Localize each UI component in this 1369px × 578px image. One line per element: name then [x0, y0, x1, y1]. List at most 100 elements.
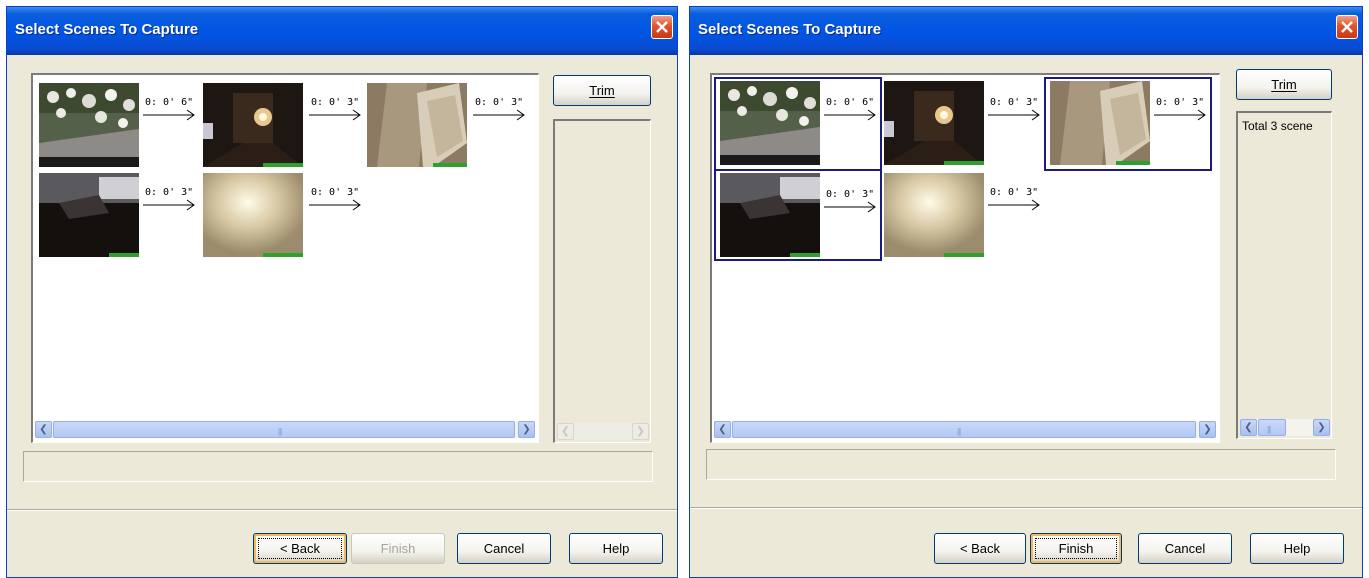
scroll-left-arrow-icon: ❮ [561, 426, 570, 437]
scene-thumbnail-1[interactable] [39, 83, 143, 167]
grip-icon: ||| [1267, 425, 1271, 434]
close-button[interactable] [1336, 15, 1358, 39]
scene-duration-2: 0: 0' 3" [311, 97, 360, 108]
scene-thumbnail-3[interactable]: 0: 0' 3" [1044, 77, 1212, 171]
separator [690, 507, 1362, 509]
scene-image [203, 173, 303, 257]
right-arrow-icon [309, 199, 361, 211]
summary-scroll-right-button[interactable]: ❯ [632, 423, 649, 440]
scene-summary-text: Total 3 scene [1242, 119, 1313, 133]
scene-thumbnail-5[interactable] [884, 173, 988, 257]
scroll-thumb[interactable]: ||| [53, 421, 515, 438]
scene-thumbnail-5[interactable] [203, 173, 307, 257]
right-arrow-icon [473, 109, 525, 121]
scene-horizontal-scrollbar[interactable]: ❮ ||| ❯ [35, 421, 535, 438]
scene-duration-1: 0: 0' 6" [826, 97, 875, 108]
title-bar[interactable]: Select Scenes To Capture [690, 7, 1362, 55]
right-arrow-icon [824, 201, 876, 213]
scene-image [39, 83, 139, 167]
separator [7, 509, 677, 511]
back-label: < Back [959, 541, 1001, 556]
summary-horizontal-scrollbar[interactable]: ❮ ||| ❯ [1240, 419, 1330, 436]
scene-image [367, 83, 467, 167]
scroll-right-button[interactable]: ❯ [1199, 421, 1216, 438]
trim-button[interactable]: Trim [553, 75, 651, 106]
scene-thumbnail-4[interactable] [39, 173, 143, 257]
summary-scroll-left-button[interactable]: ❮ [1240, 419, 1257, 436]
scene-duration-5: 0: 0' 3" [311, 187, 360, 198]
back-label: < Back [279, 541, 321, 556]
status-box [23, 451, 653, 482]
right-arrow-icon [824, 109, 876, 121]
scene-image [203, 83, 303, 167]
help-button[interactable]: Help [569, 533, 663, 564]
scene-duration-5: 0: 0' 3" [990, 187, 1039, 198]
close-x-icon [656, 21, 668, 33]
cancel-button[interactable]: Cancel [1138, 533, 1232, 564]
scene-image [884, 81, 984, 165]
scene-thumbnail-1[interactable]: 0: 0' 6" [714, 77, 882, 171]
help-label: Help [1283, 541, 1311, 556]
right-arrow-icon [988, 199, 1040, 211]
scene-thumbnail-2[interactable] [203, 83, 307, 167]
scroll-thumb[interactable]: ||| [732, 421, 1196, 438]
scroll-right-arrow-icon: ❯ [1203, 424, 1212, 435]
summary-scroll-right-button[interactable]: ❯ [1313, 419, 1330, 436]
summary-horizontal-scrollbar[interactable]: ❮ ❯ [557, 423, 649, 440]
scroll-right-arrow-icon: ❯ [522, 424, 531, 435]
right-arrow-icon [143, 109, 195, 121]
close-button[interactable] [651, 15, 673, 39]
scene-thumbnail-3[interactable] [367, 83, 471, 167]
cancel-button[interactable]: Cancel [457, 533, 551, 564]
close-x-icon [1341, 21, 1353, 33]
scene-image [720, 81, 820, 165]
scene-duration-3: 0: 0' 3" [1156, 97, 1205, 108]
finish-button[interactable]: Finish [1030, 533, 1122, 564]
help-label: Help [602, 541, 630, 556]
scroll-right-arrow-icon: ❯ [636, 426, 645, 437]
dialog-right: Select Scenes To Capture 0: 0' 6" 0: 0' … [689, 6, 1363, 578]
scene-duration-2: 0: 0' 3" [990, 97, 1039, 108]
right-arrow-icon [309, 109, 361, 121]
summary-scroll-left-button[interactable]: ❮ [557, 423, 574, 440]
finish-button[interactable]: Finish [351, 533, 445, 564]
summary-scroll-thumb[interactable]: ||| [1258, 419, 1286, 436]
cancel-label: Cancel [1164, 541, 1206, 556]
finish-label: Finish [380, 541, 416, 556]
scene-panel[interactable]: 0: 0' 6" 0: 0' 3" 0: 0' 3" 0: 0' 3" 0: 0… [710, 73, 1220, 443]
right-arrow-icon [988, 109, 1040, 121]
status-box [706, 449, 1336, 480]
scene-duration-3: 0: 0' 3" [475, 97, 524, 108]
scene-summary-panel: ❮ ❯ [553, 119, 651, 443]
scene-duration-4: 0: 0' 3" [145, 187, 194, 198]
scene-horizontal-scrollbar[interactable]: ❮ ||| ❯ [714, 421, 1216, 438]
scene-image [1050, 81, 1150, 165]
trim-button[interactable]: Trim [1236, 69, 1332, 100]
title-bar[interactable]: Select Scenes To Capture [7, 7, 677, 55]
right-arrow-icon [143, 199, 195, 211]
back-button[interactable]: < Back [253, 533, 347, 564]
dialog-title: Select Scenes To Capture [15, 21, 199, 38]
back-button[interactable]: < Back [934, 533, 1026, 564]
scene-duration-4: 0: 0' 3" [826, 189, 875, 200]
trim-label: Trim [1271, 77, 1297, 92]
scroll-left-arrow-icon: ❮ [718, 424, 727, 435]
scene-panel[interactable]: 0: 0' 6" 0: 0' 3" 0: 0' 3" 0: 0' 3" 0: 0… [31, 73, 539, 443]
grip-icon: ||| [957, 427, 961, 436]
scroll-left-button[interactable]: ❮ [35, 421, 52, 438]
scene-thumbnail-4[interactable]: 0: 0' 3" [714, 169, 882, 261]
scroll-right-arrow-icon: ❯ [1317, 422, 1326, 433]
scroll-left-button[interactable]: ❮ [714, 421, 731, 438]
help-button[interactable]: Help [1250, 533, 1344, 564]
finish-label: Finish [1058, 541, 1094, 556]
scene-image [720, 173, 820, 257]
dialog-left: Select Scenes To Capture 0: 0' 6" 0: 0' … [6, 6, 678, 578]
scroll-right-button[interactable]: ❯ [518, 421, 535, 438]
scene-image [884, 173, 984, 257]
scroll-left-arrow-icon: ❮ [39, 424, 48, 435]
cancel-label: Cancel [483, 541, 525, 556]
grip-icon: ||| [278, 427, 282, 436]
right-arrow-icon [1154, 109, 1206, 121]
scene-thumbnail-2[interactable] [884, 81, 988, 165]
trim-label: Trim [589, 83, 615, 98]
